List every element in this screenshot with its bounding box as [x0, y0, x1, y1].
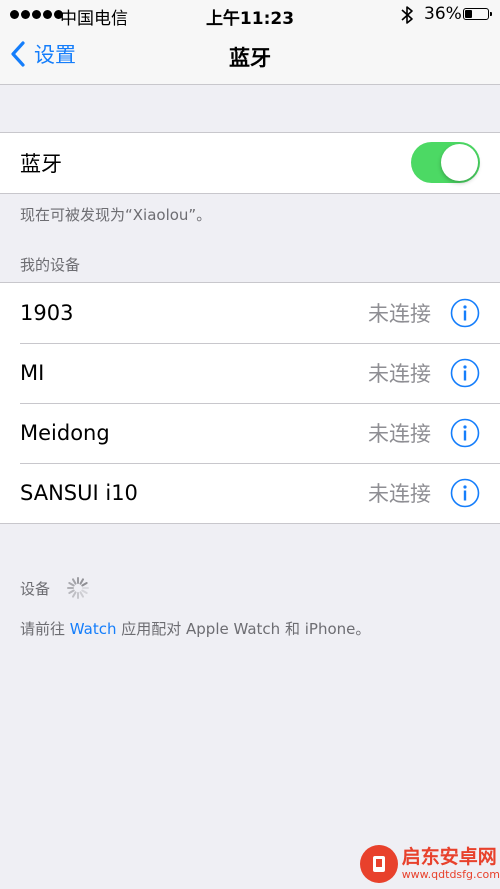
device-row[interactable]: SANSUI i10 未连接: [0, 463, 500, 523]
device-name: Meidong: [20, 421, 110, 445]
watermark-url: www.qdtdsfg.com: [401, 868, 500, 881]
status-bar: 中国电信 上午11:23 36%: [0, 0, 500, 30]
watch-app-link[interactable]: Watch: [70, 620, 117, 638]
pairing-note-prefix: 请前往: [20, 620, 70, 638]
battery-icon: [463, 8, 492, 20]
discoverable-note: 现在可被发现为“Xiaolou”。: [20, 206, 212, 224]
device-status: 未连接: [368, 422, 431, 446]
my-devices-header: 我的设备: [20, 256, 81, 274]
device-name: 1903: [20, 301, 74, 325]
info-circle-icon[interactable]: [450, 418, 480, 448]
device-status: 未连接: [368, 362, 431, 386]
pairing-note: 请前往 Watch 应用配对 Apple Watch 和 iPhone。: [20, 618, 370, 639]
my-devices-list: 1903 未连接 MI 未连接 Meidong 未连接 SANSUI i10 未…: [0, 282, 500, 524]
bluetooth-icon: [401, 6, 413, 24]
info-circle-icon[interactable]: [450, 298, 480, 328]
pairing-note-suffix: 应用配对 Apple Watch 和 iPhone。: [116, 620, 371, 638]
device-row[interactable]: 1903 未连接: [0, 283, 500, 343]
info-circle-icon[interactable]: [450, 478, 480, 508]
bluetooth-toggle-group: 蓝牙: [0, 132, 500, 194]
device-status: 未连接: [368, 482, 431, 506]
watermark: 启东安卓网 www.qdtdsfg.com: [360, 838, 500, 889]
spinner-icon: [67, 577, 90, 599]
bluetooth-row: 蓝牙: [0, 133, 500, 193]
bluetooth-label: 蓝牙: [20, 152, 62, 176]
device-row[interactable]: MI 未连接: [0, 343, 500, 403]
device-status: 未连接: [368, 302, 431, 326]
device-name: MI: [20, 361, 45, 385]
navigation-bar: 设置 蓝牙: [0, 30, 500, 85]
device-row[interactable]: Meidong 未连接: [0, 403, 500, 463]
other-devices-label: 设备: [20, 579, 51, 598]
watermark-name: 启东安卓网: [401, 846, 497, 868]
page-title: 蓝牙: [229, 46, 271, 70]
device-name: SANSUI i10: [20, 481, 138, 505]
watermark-logo-icon: [360, 844, 398, 883]
other-devices-header: 设备: [20, 576, 90, 600]
info-circle-icon[interactable]: [450, 358, 480, 388]
toggle-knob: [441, 144, 478, 181]
bluetooth-toggle[interactable]: [411, 142, 480, 183]
battery-percent: 36%: [424, 4, 462, 24]
